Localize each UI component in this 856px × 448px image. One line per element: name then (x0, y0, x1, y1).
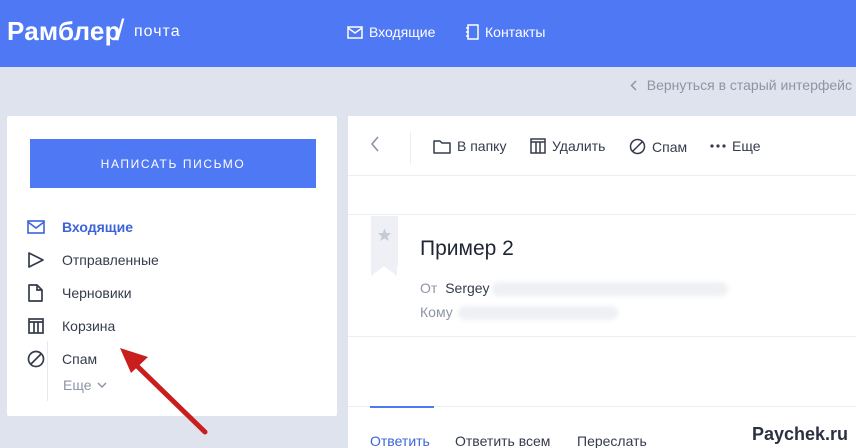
more-actions-label: Еще (732, 138, 761, 154)
nav-inbox[interactable]: Входящие (347, 24, 435, 40)
favorite-bookmark[interactable] (371, 216, 398, 276)
chevron-down-icon (96, 381, 107, 388)
sidebar-item-inbox[interactable]: Входящие (27, 210, 159, 243)
spam-button[interactable]: Спам (629, 138, 687, 155)
envelope-icon (27, 216, 49, 238)
spam-label: Спам (652, 138, 688, 155)
logo-subtitle[interactable]: почта (134, 23, 181, 41)
watermark: Paychek.ru (751, 424, 848, 444)
back-to-old-interface-link[interactable]: Вернуться в старый интерфейс (630, 77, 852, 93)
draft-icon (27, 282, 49, 304)
more-actions-button[interactable]: Еще (710, 138, 761, 154)
chevron-left-icon (630, 79, 637, 91)
message-panel: В папку Удалить Спам Еще Пример 2 От Ser… (348, 116, 856, 448)
spam-icon (629, 138, 646, 155)
message-from: От Sergey (420, 280, 490, 296)
top-bar: Рамблер / почта Входящие Контакты (0, 0, 856, 67)
redacted-sender-email (492, 282, 728, 296)
to-label: Кому (420, 304, 453, 320)
contacts-book-icon (466, 24, 479, 40)
folder-divider (47, 341, 48, 401)
compose-button[interactable]: НАПИСАТЬ ПИСЬМО (30, 139, 316, 188)
back-button[interactable] (370, 136, 380, 157)
chevron-left-icon (370, 136, 379, 152)
logo-slash: / (116, 14, 125, 47)
message-toolbar: В папку Удалить Спам Еще (348, 116, 856, 176)
nav-inbox-label: Входящие (369, 24, 436, 40)
from-value[interactable]: Sergey (445, 280, 489, 296)
nav-contacts-label: Контакты (485, 24, 546, 40)
sidebar-item-trash[interactable]: Корзина (27, 309, 159, 342)
send-icon (27, 249, 49, 271)
sidebar: НАПИСАТЬ ПИСЬМО Входящие Отправленные Че… (7, 116, 337, 416)
sidebar-more-button[interactable]: Еще (63, 377, 107, 393)
sidebar-item-drafts[interactable]: Черновики (27, 276, 159, 309)
reply-active-indicator (370, 406, 434, 408)
sidebar-item-label: Входящие (62, 218, 133, 235)
logo[interactable]: Рамблер (7, 16, 121, 47)
header-divider (348, 336, 856, 337)
message-subject: Пример 2 (420, 237, 514, 260)
forward-button[interactable]: Переслать (577, 433, 647, 448)
toolbar-divider (410, 132, 411, 164)
redacted-recipient (458, 306, 618, 320)
star-icon (377, 228, 392, 241)
trash-icon (27, 315, 49, 337)
from-label: От (420, 280, 438, 296)
reply-button[interactable]: Ответить (370, 433, 430, 448)
move-to-folder-button[interactable]: В папку (433, 138, 506, 154)
toolbar-spacer (348, 177, 856, 215)
folder-icon (433, 139, 451, 154)
sidebar-item-label: Корзина (62, 317, 116, 334)
reply-all-button[interactable]: Ответить всем (455, 433, 550, 448)
trash-icon (530, 138, 546, 154)
more-dots-icon (710, 144, 726, 148)
delete-button[interactable]: Удалить (530, 138, 605, 154)
message-to: Кому (420, 304, 453, 320)
sidebar-item-label: Спам (62, 350, 98, 367)
envelope-icon (347, 25, 363, 39)
sub-bar: Вернуться в старый интерфейс (0, 67, 856, 104)
sidebar-item-sent[interactable]: Отправленные (27, 243, 159, 276)
spam-icon (27, 348, 49, 370)
move-to-folder-label: В папку (457, 138, 507, 154)
sidebar-item-label: Черновики (62, 284, 132, 301)
sidebar-more-label: Еще (63, 377, 92, 393)
sidebar-item-label: Отправленные (62, 251, 159, 268)
delete-label: Удалить (552, 138, 606, 154)
nav-contacts[interactable]: Контакты (466, 24, 545, 40)
back-to-old-interface-label: Вернуться в старый интерфейс (646, 77, 852, 93)
